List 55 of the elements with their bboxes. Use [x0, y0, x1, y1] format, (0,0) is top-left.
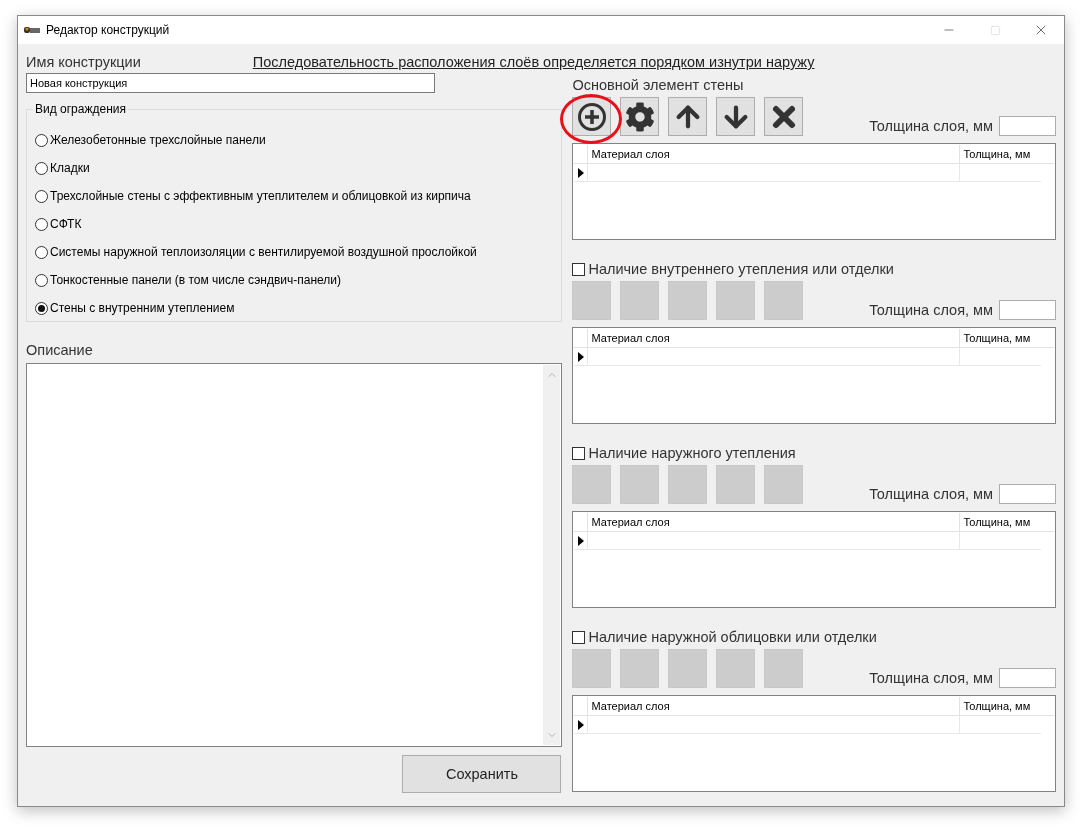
radio-label[interactable]: Системы наружной теплоизоляции с вентилируемой воздушной прослойкой — [50, 245, 477, 259]
checkbox[interactable] — [572, 446, 586, 460]
section-title[interactable]: Наличие наружной облицовки или отделки — [588, 629, 877, 645]
name-field[interactable]: Новая конструкция — [26, 73, 435, 93]
radio-button[interactable] — [35, 301, 48, 315]
save-button[interactable]: Сохранить — [402, 755, 562, 793]
section-title[interactable]: Наличие наружного утепления — [588, 445, 796, 461]
column-header[interactable]: Толщина, мм — [959, 329, 1042, 347]
description-field[interactable] — [26, 363, 563, 747]
radio-button[interactable] — [35, 161, 48, 175]
down-button[interactable] — [716, 97, 756, 136]
radio-label[interactable]: СФТК — [50, 217, 82, 231]
group-title: Вид ограждения — [33, 102, 128, 116]
up-button[interactable] — [668, 97, 708, 136]
radio-label[interactable]: Кладки — [50, 161, 90, 175]
radio-button[interactable] — [35, 189, 48, 203]
delete-button[interactable] — [764, 97, 804, 136]
radio-label[interactable]: Железобетонные трехслойные панели — [50, 133, 266, 147]
thickness-label: Толщина слоя, мм — [869, 670, 993, 686]
scrollbar[interactable] — [543, 365, 561, 745]
thickness-field[interactable] — [999, 484, 1056, 504]
name-label: Имя конструкции — [26, 54, 141, 70]
plus-circle-icon — [576, 101, 607, 132]
thickness-field[interactable] — [999, 668, 1056, 688]
thickness-label: Толщина слоя, мм — [869, 302, 993, 318]
radio-button[interactable] — [35, 273, 48, 287]
thickness-field[interactable] — [999, 300, 1056, 320]
column-header[interactable]: Материал слоя — [587, 697, 960, 715]
radio-button[interactable] — [35, 245, 48, 259]
radio-label[interactable]: Тонкостенные панели (в том числе сэндвич-панели) — [50, 273, 342, 287]
gear-icon — [624, 101, 655, 132]
column-header[interactable]: Материал слоя — [587, 513, 960, 531]
window-title: Редактор конструкций — [46, 23, 171, 37]
settings-button[interactable] — [620, 97, 660, 136]
radio-label[interactable]: Трехслойные стены с эффективным утеплителем и облицовкой из кирпича — [50, 189, 471, 203]
radio-label[interactable]: Стены с внутренним утеплением — [50, 301, 235, 315]
column-header[interactable]: Толщина, мм — [959, 513, 1042, 531]
column-header[interactable]: Материал слоя — [587, 329, 960, 347]
layer-order-link[interactable]: Последовательность расположения слоёв определяется порядком изнутри наружу — [252, 54, 815, 70]
column-header[interactable]: Материал слоя — [587, 145, 960, 163]
add-button[interactable] — [572, 97, 612, 136]
thickness-label: Толщина слоя, мм — [869, 118, 993, 134]
column-header[interactable]: Толщина, мм — [959, 697, 1042, 715]
checkbox[interactable] — [572, 630, 586, 644]
maximize-icon — [989, 24, 1001, 36]
radio-button[interactable] — [35, 217, 48, 231]
thickness-field[interactable] — [999, 116, 1056, 136]
radio-button[interactable] — [35, 133, 48, 147]
thickness-label: Толщина слоя, мм — [869, 486, 993, 502]
section-title: Основной элемент стены — [572, 77, 744, 93]
checkbox[interactable] — [572, 262, 586, 276]
description-label: Описание — [26, 342, 94, 358]
section-title[interactable]: Наличие внутреннего утепления или отделки — [588, 261, 894, 277]
app-icon — [24, 25, 40, 35]
column-header[interactable]: Толщина, мм — [959, 145, 1042, 163]
